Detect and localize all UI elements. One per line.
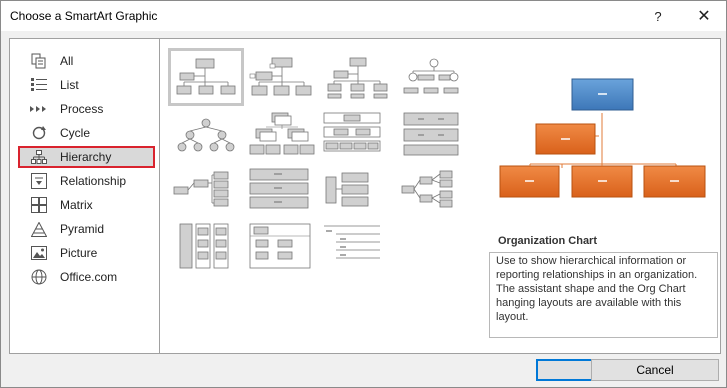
- smartart-dialog: Choose a SmartArt Graphic ? ✕ All List P…: [0, 0, 727, 388]
- layout-organization-chart[interactable]: [168, 48, 244, 106]
- layout-hierarchy-list-horizontal[interactable]: [246, 167, 318, 221]
- category-label: List: [60, 78, 79, 92]
- category-label: All: [60, 54, 74, 68]
- process-icon: [30, 101, 48, 117]
- category-label: Cycle: [60, 126, 91, 140]
- help-button[interactable]: ?: [636, 1, 680, 31]
- layout-hierarchy[interactable]: [170, 109, 242, 163]
- close-button[interactable]: ✕: [682, 1, 726, 31]
- title-bar: Choose a SmartArt Graphic ? ✕: [1, 1, 726, 31]
- layout-circle-picture-hierarchy[interactable]: [398, 50, 470, 104]
- preview-title: Organization Chart: [498, 235, 598, 247]
- layout-table-hierarchy[interactable]: [322, 109, 394, 163]
- category-relationship[interactable]: Relationship: [18, 170, 155, 192]
- preview-description: Use to show hierarchical information or …: [489, 252, 718, 338]
- cycle-icon: [30, 125, 48, 141]
- cancel-button[interactable]: Cancel: [591, 359, 719, 381]
- layout-gallery: [159, 38, 486, 354]
- category-picture[interactable]: Picture: [18, 242, 155, 264]
- list-icon: [30, 77, 48, 93]
- picture-icon: [30, 245, 48, 261]
- relationship-icon: [30, 173, 48, 189]
- category-cycle[interactable]: Cycle: [18, 122, 155, 144]
- category-all[interactable]: All: [18, 50, 155, 72]
- layout-horizontal-org-chart[interactable]: [170, 167, 242, 221]
- office-com-icon: [30, 269, 48, 285]
- category-office-com[interactable]: Office.com: [18, 266, 155, 288]
- category-pyramid[interactable]: Pyramid: [18, 218, 155, 240]
- category-label: Office.com: [60, 270, 118, 284]
- all-icon: [30, 53, 48, 69]
- layout-lined-list[interactable]: [322, 167, 394, 221]
- layout-hierarchy-list[interactable]: [398, 109, 470, 163]
- layout-architecture-layout[interactable]: [170, 222, 242, 276]
- layout-name-title-org-chart[interactable]: [246, 50, 318, 104]
- preview-panel: Organization Chart Use to show hierarchi…: [485, 38, 721, 354]
- pyramid-icon: [30, 221, 48, 237]
- layout-team-hierarchy[interactable]: [246, 222, 318, 276]
- category-matrix[interactable]: Matrix: [18, 194, 155, 216]
- hierarchy-icon: [30, 149, 48, 165]
- category-label: Hierarchy: [60, 150, 112, 164]
- category-label: Picture: [60, 246, 98, 260]
- preview-image: [485, 39, 720, 229]
- dialog-title: Choose a SmartArt Graphic: [10, 9, 158, 23]
- category-label: Process: [60, 102, 104, 116]
- category-label: Matrix: [60, 198, 93, 212]
- category-hierarchy[interactable]: Hierarchy: [18, 146, 155, 168]
- category-label: Pyramid: [60, 222, 105, 236]
- category-list-item[interactable]: List: [18, 74, 155, 96]
- layout-labeled-hierarchy[interactable]: [246, 109, 318, 163]
- category-list: All List Process Cycle Hierarchy Relatio…: [9, 38, 159, 354]
- category-label: Relationship: [60, 174, 127, 188]
- layout-half-circle-org-chart[interactable]: [322, 50, 394, 104]
- layout-horizontal-hierarchy[interactable]: [398, 167, 470, 221]
- category-process[interactable]: Process: [18, 98, 155, 120]
- layout-lined-list-text[interactable]: [322, 222, 394, 276]
- matrix-icon: [30, 197, 48, 213]
